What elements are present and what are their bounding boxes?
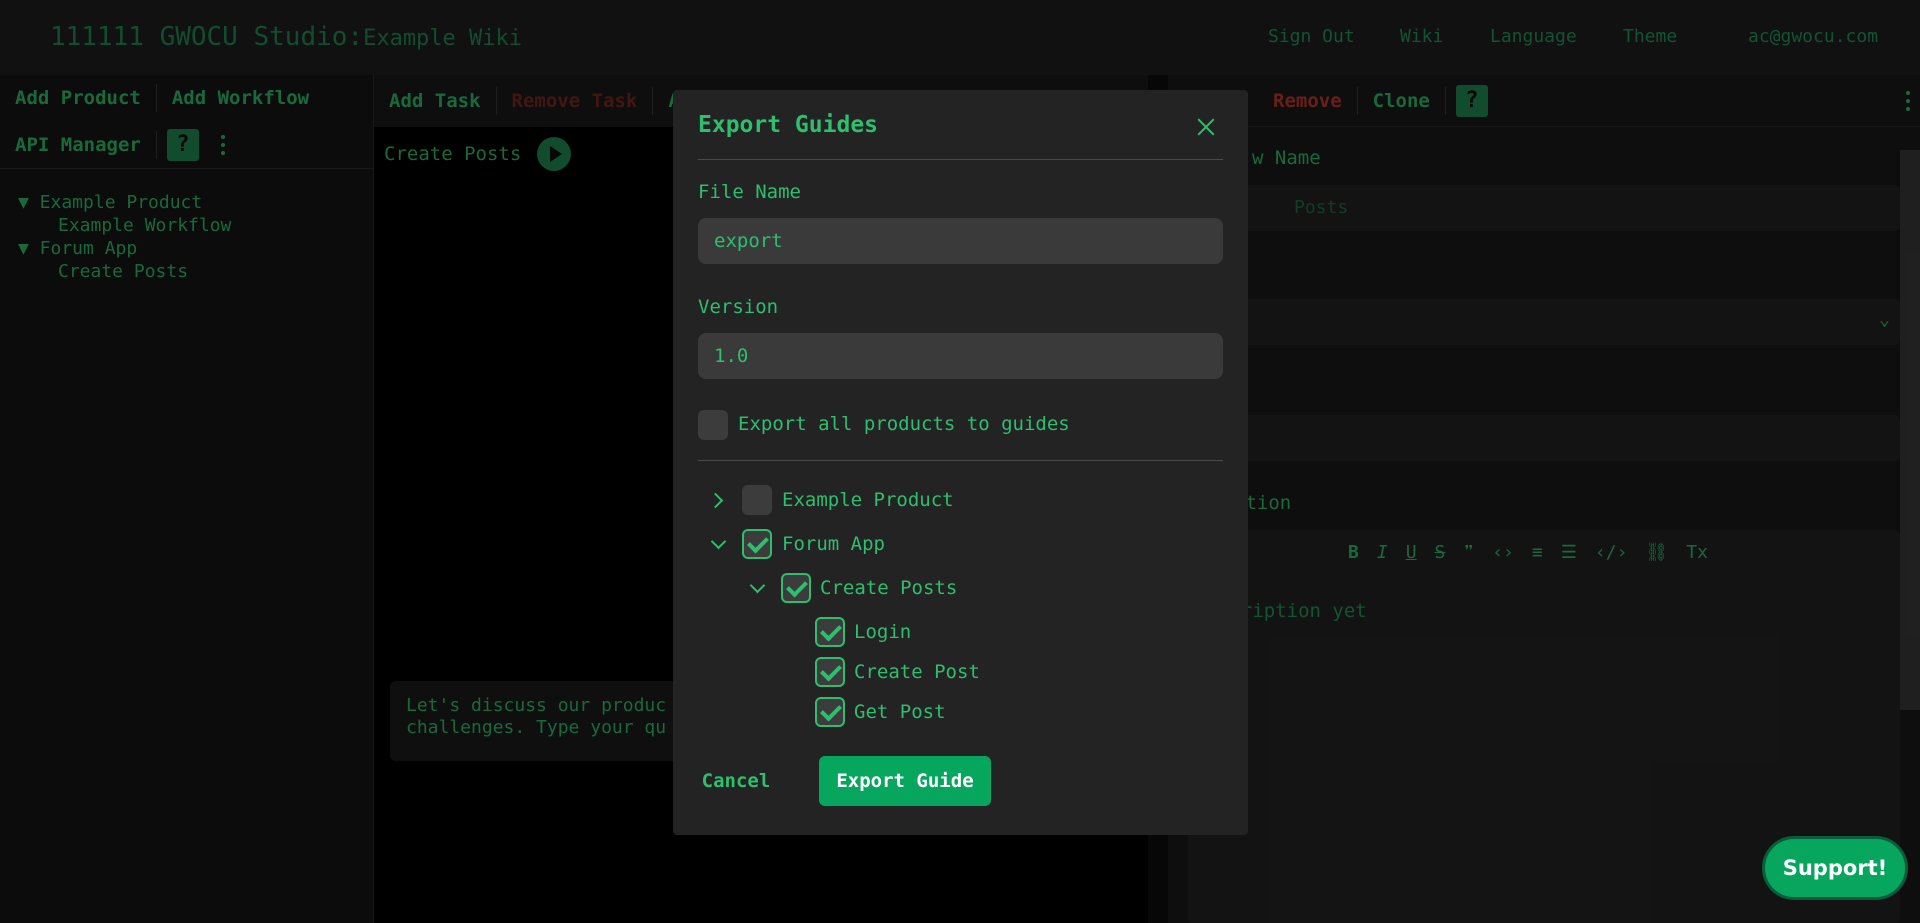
get-post-checkbox[interactable] <box>815 697 845 727</box>
file-name-input[interactable] <box>698 218 1223 264</box>
example-product-checkbox[interactable] <box>742 485 772 515</box>
support-button[interactable]: Support! <box>1762 836 1908 900</box>
chevron-down-icon[interactable] <box>745 576 769 600</box>
export-guides-modal: Export Guides File Name Version Export a… <box>673 90 1248 835</box>
create-posts-label: Create Posts <box>820 577 958 599</box>
get-post-label: Get Post <box>854 701 946 723</box>
export-all-checkbox[interactable] <box>698 410 728 440</box>
forum-app-label: Forum App <box>782 533 885 555</box>
example-product-label: Example Product <box>782 489 954 511</box>
chevron-right-icon[interactable] <box>706 488 730 512</box>
modal-divider <box>698 460 1223 461</box>
export-guide-button[interactable]: Export Guide <box>819 756 991 806</box>
chevron-down-icon[interactable] <box>706 532 730 556</box>
login-label: Login <box>854 621 912 643</box>
create-posts-checkbox[interactable] <box>781 573 811 603</box>
close-icon[interactable] <box>1193 114 1219 140</box>
create-post-label: Create Post <box>854 661 980 683</box>
version-input[interactable] <box>698 333 1223 379</box>
forum-app-checkbox[interactable] <box>742 529 772 559</box>
cancel-button[interactable]: Cancel <box>695 756 777 806</box>
create-post-checkbox[interactable] <box>815 657 845 687</box>
login-checkbox[interactable] <box>815 617 845 647</box>
modal-divider <box>698 159 1223 160</box>
export-all-label: Export all products to guides <box>738 413 1070 435</box>
file-name-label: File Name <box>698 181 801 203</box>
version-label: Version <box>698 296 779 318</box>
modal-title: Export Guides <box>698 112 879 138</box>
